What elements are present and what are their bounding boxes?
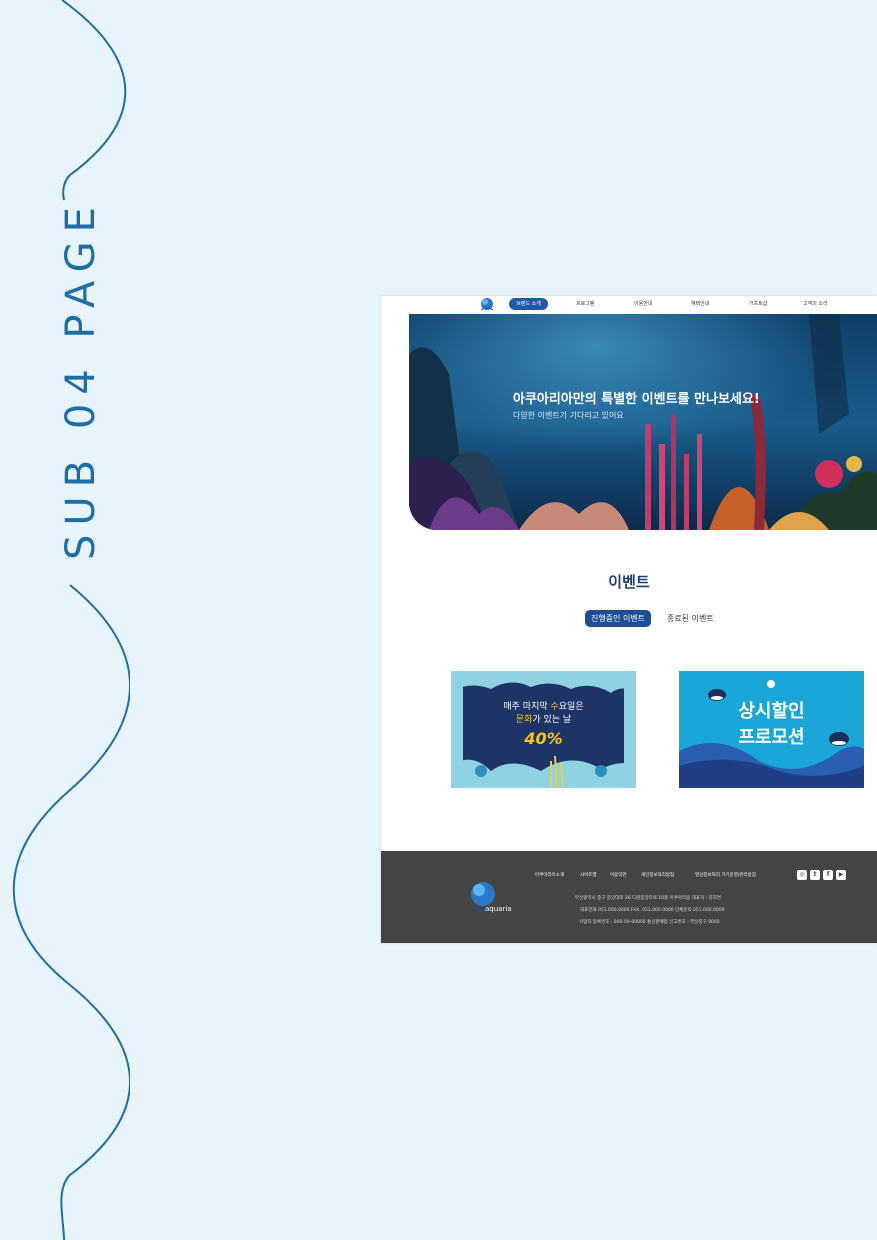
event-card-culture-day[interactable]: 매주 마지막 수요일은 문화가 있는 날 40% [451,671,636,788]
events-title: 이벤트 [608,573,650,591]
decorative-wave-line [12,0,130,1240]
event-card-promotion[interactable]: 상시할인 프로모션 [679,671,864,788]
youtube-icon[interactable]: ▶ [836,870,846,880]
nav-item-brand[interactable]: 브랜드 소개 [509,298,548,310]
twitter-icon[interactable]: t [810,870,820,880]
footer-link-terms[interactable]: 이용약관 [610,872,627,878]
footer-link-sitemap[interactable]: 사이트맵 [580,872,597,878]
footer-link-privacy[interactable]: 개인정보처리방침 [641,872,674,878]
hero-subtitle: 다양한 이벤트가 기다리고 있어요 [513,411,624,420]
aquaria-logo[interactable] [465,880,525,925]
side-title: SUB 04 PAGE [58,198,104,560]
nav-item-guide[interactable]: 이용안내 [634,300,652,307]
promotion-text: 상시할인 프로모션 [738,701,805,748]
footer-address: 부산광역시 중구 중앙대로 26 디원중앙타워 10층 아쿠아리움 대표자 : … [575,896,721,901]
discount-value: 40% [524,729,563,748]
facebook-icon[interactable]: f [823,870,833,880]
top-nav: 브랜드 소개 프로그램 이용안내 혜택안내 기프트샵 고객의 소리 [381,296,877,314]
culture-day-text: 매주 마지막 수요일은 문화가 있는 날 [503,702,584,725]
page-screenshot: 브랜드 소개 프로그램 이용안내 혜택안내 기프트샵 고객의 소리 아쿠아리아만… [381,296,877,943]
nav-item-giftshop[interactable]: 기프트샵 [749,300,767,307]
nav-item-benefit[interactable]: 혜택안내 [691,300,709,307]
footer-business: 사업자 등록번호 : 000-00-00000 통신판매업 신고번호 : 부산중… [579,920,720,925]
footer-link-about[interactable]: 아쿠아리아소개 [535,872,564,878]
footer: aquaria 아쿠아리아소개 사이트맵 이용약관 개인정보처리방침 영상정보처… [381,851,877,943]
underwater-scene-image [409,314,877,530]
tab-ended-events[interactable]: 종료된 이벤트 [667,610,714,627]
instagram-icon[interactable]: ◎ [797,870,807,880]
nav-item-program[interactable]: 프로그램 [576,300,594,307]
nav-item-voice[interactable]: 고객의 소리 [803,300,828,307]
hero-title: 아쿠아리아만의 특별한 이벤트를 만나보세요! [513,392,760,407]
aquaria-logo-small[interactable] [478,296,496,313]
tab-ongoing-events[interactable]: 진행중인 이벤트 [585,610,651,627]
hero-banner: 아쿠아리아만의 특별한 이벤트를 만나보세요! 다양한 이벤트가 기다리고 있어… [409,314,877,530]
footer-link-cctv[interactable]: 영상정보처리 기기운영/관리방침 [695,872,756,878]
footer-contact: 대표전화 051.000.0000 FAX. 051.000.0000 단체문의… [580,908,725,913]
footer-logo-text: aquaria [485,905,512,913]
